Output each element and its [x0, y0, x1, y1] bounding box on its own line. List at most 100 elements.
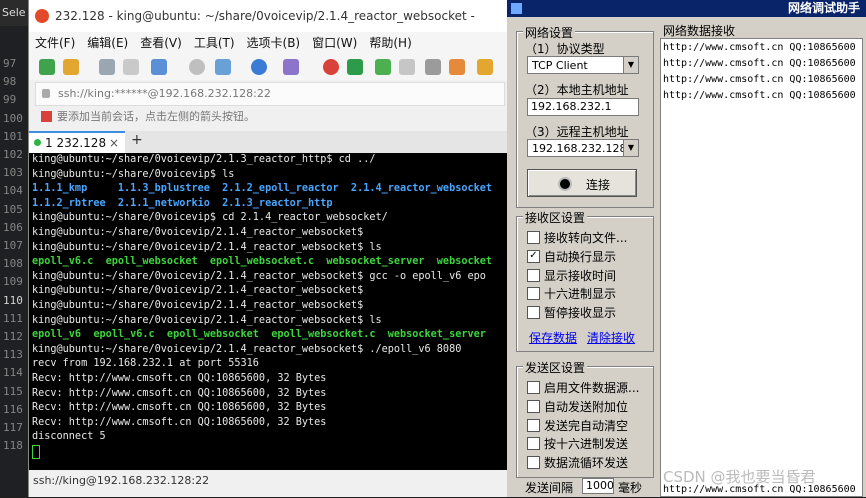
terminal-text: king@ubuntu:~/share/0voicevip/2.1.3_reac… [32, 154, 376, 165]
terminal-text: king@ubuntu:~/share/0voicevip/2.1.4_reac… [32, 226, 364, 238]
terminal-text: Recv: http://www.cmsoft.cn QQ:10865600, … [32, 416, 327, 428]
add-tab-button[interactable]: + [131, 132, 143, 148]
search-icon[interactable] [189, 59, 205, 75]
recv-line: http://www.cmsoft.cn QQ:10865600 [663, 58, 856, 69]
lock-icon[interactable] [399, 59, 415, 75]
checkbox[interactable] [527, 381, 540, 394]
protocol-select[interactable]: TCP Client ▼ [527, 56, 639, 74]
status-bar: ssh://king@192.168.232.128:22 [29, 470, 508, 497]
connected-dot-icon [34, 139, 41, 146]
globe-icon[interactable] [251, 59, 267, 75]
address-text: ssh://king:******@192.168.232.128:22 [58, 87, 271, 100]
fullscreen-icon[interactable] [375, 59, 391, 75]
session-tabs: 1 232.128 × + [29, 131, 508, 155]
terminal-line: disconnect 5 [29, 430, 508, 445]
save-data-link[interactable]: 保存数据 [529, 329, 577, 346]
recv-area-label: 网络数据接收 [663, 24, 736, 38]
xmanager-icon[interactable] [347, 59, 363, 75]
line-number: 97 [3, 57, 17, 70]
line-number: 106 [3, 220, 23, 234]
link-icon[interactable] [99, 59, 115, 75]
xshell-logo-icon [35, 9, 49, 23]
menu-item[interactable]: 文件(F) [29, 32, 81, 54]
code-editor-strip: Sele 97 98 99 100 101 102 103 104 105 106 107 108 10… [0, 0, 30, 497]
copy-icon[interactable] [123, 59, 139, 75]
connect-label: 连接 [586, 178, 611, 192]
terminal-text: king@ubuntu:~/share/0voicevip/2.1.4_reac… [32, 270, 486, 282]
terminal-text: king@ubuntu:~/share/0voicevip/2.1.4_reac… [32, 285, 364, 297]
terminal-line: king@ubuntu:~/share/0voicevip$ cd 2.1.4_… [29, 211, 508, 226]
net-settings-group: 网络设置 （1）协议类型 TCP Client ▼ （2）本地主机地址 192.… [516, 24, 654, 208]
terminal-text: king@ubuntu:~/share/0voicevip/2.1.4_reac… [32, 241, 382, 253]
terminal-line: king@ubuntu:~/share/0voicevip/2.1.4_reac… [29, 226, 508, 241]
net-settings-label: 网络设置 [523, 24, 576, 41]
terminal-line: Recv: http://www.cmsoft.cn QQ:10865600, … [29, 387, 508, 402]
font-icon[interactable] [283, 59, 299, 75]
send-interval-input[interactable]: 1000 [582, 478, 614, 494]
more-icon[interactable] [477, 59, 493, 75]
local-host-value: 192.168.232.1 [531, 100, 612, 113]
checkbox[interactable] [527, 418, 540, 432]
checkbox[interactable] [527, 231, 540, 244]
hint-bar: 要添加当前会话，点击左侧的箭头按钮。 [35, 106, 503, 128]
xftp-icon[interactable] [323, 59, 339, 75]
menu-item[interactable]: 编辑(E) [81, 32, 134, 54]
menu-item[interactable]: 帮助(H) [363, 32, 417, 54]
terminal-line: king@ubuntu:~/share/0voicevip/2.1.4_reac… [29, 299, 508, 314]
local-host-input[interactable]: 192.168.232.1 [527, 98, 639, 116]
checkbox[interactable] [527, 456, 540, 470]
na-title-bar: 网络调试助手 [507, 0, 866, 17]
menu-item[interactable]: 选项卡(B) [241, 32, 307, 54]
session-tab[interactable]: 1 232.128 × [29, 131, 125, 155]
line-number: 100 [3, 111, 23, 125]
app-icon [511, 3, 522, 14]
checkbox[interactable] [527, 437, 540, 451]
recv-line: http://www.cmsoft.cn QQ:10865600 [663, 74, 856, 85]
checkbox[interactable] [527, 287, 540, 301]
terminal-line: king@ubuntu:~/share/0voicevip$ ls [29, 168, 508, 183]
checkbox-label: 自动发送附加位 [544, 399, 629, 414]
screen-icon[interactable] [215, 59, 231, 75]
terminal-line: Recv: http://www.cmsoft.cn QQ:10865600, … [29, 416, 508, 431]
checkbox[interactable]: ✓ [527, 249, 540, 263]
menu-item[interactable]: 查看(V) [134, 32, 188, 54]
menu-item[interactable]: 窗口(W) [306, 32, 363, 54]
menu-item[interactable]: 工具(T) [188, 32, 241, 54]
checkbox[interactable] [527, 268, 540, 282]
keyboard-icon[interactable] [425, 59, 441, 75]
close-tab-icon[interactable]: × [109, 133, 119, 153]
checkbox-label: 发送完自动清空 [544, 418, 629, 433]
checkbox[interactable] [527, 306, 540, 320]
line-number: 113 [3, 348, 23, 362]
recv-settings-label: 接收区设置 [523, 209, 588, 226]
terminal-line: king@ubuntu:~/share/0voicevip/2.1.4_reac… [29, 241, 508, 256]
checkbox[interactable] [527, 399, 540, 413]
send-interval-label: 发送间隔 [525, 481, 574, 495]
remote-host-select[interactable]: 192.168.232.128 :80 ▼ [527, 139, 639, 157]
line-number: 98 [3, 75, 17, 89]
chevron-down-icon[interactable]: ▼ [623, 57, 638, 73]
terminal-line: epoll_v6 epoll_v6.c epoll_websocket epol… [29, 328, 508, 343]
pen-icon[interactable] [449, 59, 465, 75]
terminal-text: disconnect 5 [32, 431, 106, 443]
checkbox-label: 按十六进制发送 [544, 437, 629, 452]
chevron-down-icon[interactable]: ▼ [623, 140, 638, 156]
terminal-text: Recv: http://www.cmsoft.cn QQ:10865600, … [32, 387, 327, 399]
line-number: 118 [3, 439, 23, 453]
bookmark-icon [41, 111, 52, 122]
connect-button[interactable]: 连接 [527, 169, 637, 197]
address-bar[interactable]: ssh://king:******@192.168.232.128:22 [35, 82, 505, 106]
clear-recv-link[interactable]: 清除接收 [587, 329, 635, 346]
properties-icon[interactable] [151, 59, 167, 75]
terminal-text: epoll_v6.c epoll_websocket epoll_websock… [32, 256, 493, 268]
network-assistant-window: 网络调试助手 网络设置 （1）协议类型 TCP Client ▼ （2）本地主机… [507, 0, 866, 497]
checkbox-label: 暂停接收显示 [544, 306, 617, 321]
new-session-icon[interactable] [39, 59, 55, 75]
recv-area[interactable]: http://www.cmsoft.cn QQ:10865600 http://w… [660, 38, 863, 497]
terminal-line: king@ubuntu:~/share/0voicevip/2.1.4_reac… [29, 284, 508, 299]
line-number: 105 [3, 202, 23, 216]
open-folder-icon[interactable] [63, 59, 79, 75]
editor-tab[interactable]: Sele [0, 0, 30, 26]
terminal[interactable]: king@ubuntu:~/share/0voicevip/2.1.3_reac… [29, 153, 508, 470]
line-number: 115 [3, 384, 23, 398]
